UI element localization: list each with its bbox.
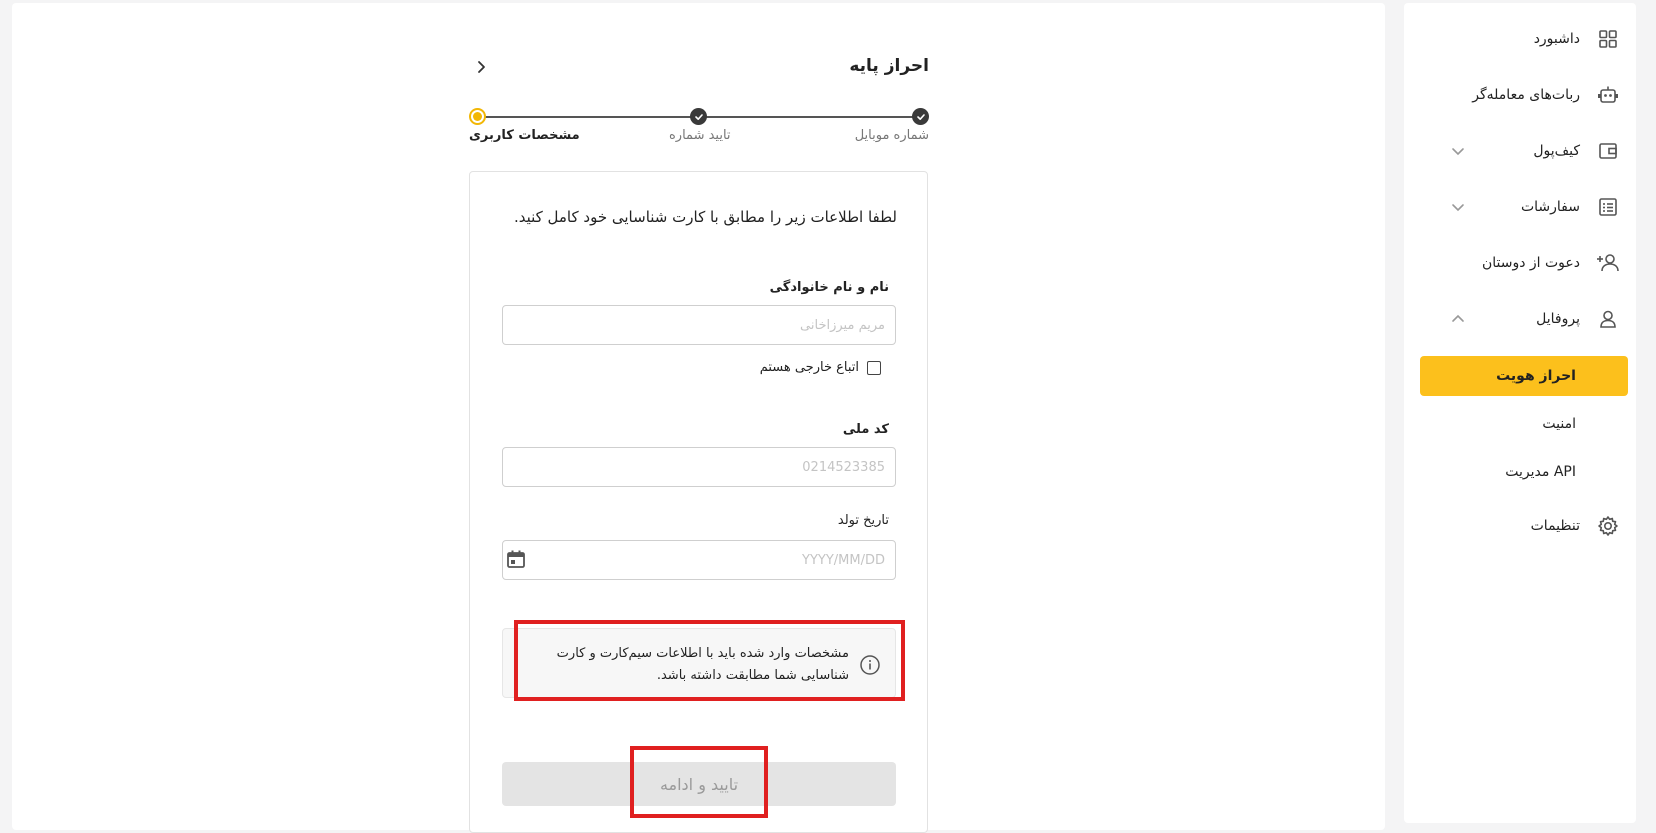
user-icon [1596, 307, 1620, 331]
grid-icon [1596, 27, 1620, 51]
info-icon [860, 655, 880, 675]
sidebar-subitem-security[interactable]: امنیت [1420, 404, 1628, 444]
page-header: احراز پایه [469, 50, 929, 84]
sidebar-item-label: سفارشات [1520, 199, 1580, 215]
chevron-right-icon [478, 61, 485, 73]
identity-form-card: لطفا اطلاعات زیر را مطابق با کارت شناسای… [469, 171, 928, 833]
birthdate-label: تاریخ تولد [837, 513, 889, 528]
page-title: احراز پایه [849, 56, 929, 76]
name-label: نام و نام خانوادگی [769, 280, 889, 295]
sidebar-item-invite-friends[interactable]: دعوت از دوستان [1416, 243, 1620, 283]
step-label-mobile: شماره موبایل [854, 128, 929, 143]
confirm-continue-button[interactable]: تایید و ادامه [502, 762, 896, 806]
sidebar-item-label: ربات‌های معامله‌گر [1472, 87, 1580, 103]
full-name-input[interactable] [502, 305, 896, 345]
sidebar-item-label: دعوت از دوستان [1481, 255, 1580, 271]
wallet-icon [1596, 139, 1620, 163]
sidebar-item-label: پروفایل [1536, 311, 1580, 327]
robot-icon [1596, 83, 1620, 107]
step-dot-verify [690, 108, 707, 125]
national-code-input[interactable] [502, 447, 896, 487]
sidebar-item-trading-bots[interactable]: ربات‌های معامله‌گر [1416, 75, 1620, 115]
sidebar-item-label: تنظیمات [1530, 518, 1580, 534]
stepper: شماره موبایل تایید شماره مشخصات کاربری [469, 108, 929, 148]
sidebar-item-dashboard[interactable]: داشبورد [1416, 19, 1620, 59]
user-plus-icon [1596, 251, 1620, 275]
sidebar-subitem-api-management[interactable]: مدیریت API [1420, 452, 1628, 492]
sidebar-item-profile[interactable]: پروفایل [1416, 299, 1620, 339]
chevron-down-icon [1452, 148, 1464, 156]
foreign-national-label: اتباع خارجی هستم [759, 360, 859, 375]
sidebar-item-label: داشبورد [1533, 31, 1580, 47]
birthdate-input[interactable] [502, 540, 896, 580]
step-dot-mobile [912, 108, 929, 125]
sidebar-item-settings[interactable]: تنظیمات [1416, 506, 1620, 546]
sidebar-subitem-verification[interactable]: احراز هویت [1420, 356, 1628, 396]
sidebar-item-orders[interactable]: سفارشات [1416, 187, 1620, 227]
chevron-up-icon [1452, 314, 1464, 322]
foreign-national-checkbox[interactable] [867, 360, 881, 375]
sidebar-item-wallet[interactable]: کیف‌پول [1416, 131, 1620, 171]
sidebar: داشبورد ربات‌های معامله‌گر کیف‌پول سفارش… [1404, 3, 1636, 823]
gear-icon [1596, 514, 1620, 538]
step-dot-user-info [469, 108, 486, 125]
check-icon [694, 113, 703, 120]
check-icon [916, 113, 925, 120]
foreign-national-row[interactable]: اتباع خارجی هستم [760, 360, 881, 375]
step-label-verify: تایید شماره [669, 128, 731, 143]
info-notice: مشخصات وارد شده باید با اطلاعات سیم‌کارت… [502, 628, 896, 698]
chevron-down-icon [1452, 204, 1464, 212]
sidebar-item-label: کیف‌پول [1533, 143, 1580, 159]
list-icon [1596, 195, 1620, 219]
national-code-label: کد ملی [842, 422, 889, 437]
back-button[interactable] [469, 55, 493, 79]
calendar-icon[interactable] [506, 549, 526, 569]
form-intro: لطفا اطلاعات زیر را مطابق با کارت شناسای… [513, 208, 897, 226]
step-label-user-info: مشخصات کاربری [469, 128, 580, 143]
notice-text: مشخصات وارد شده باید با اطلاعات سیم‌کارت… [556, 646, 849, 683]
